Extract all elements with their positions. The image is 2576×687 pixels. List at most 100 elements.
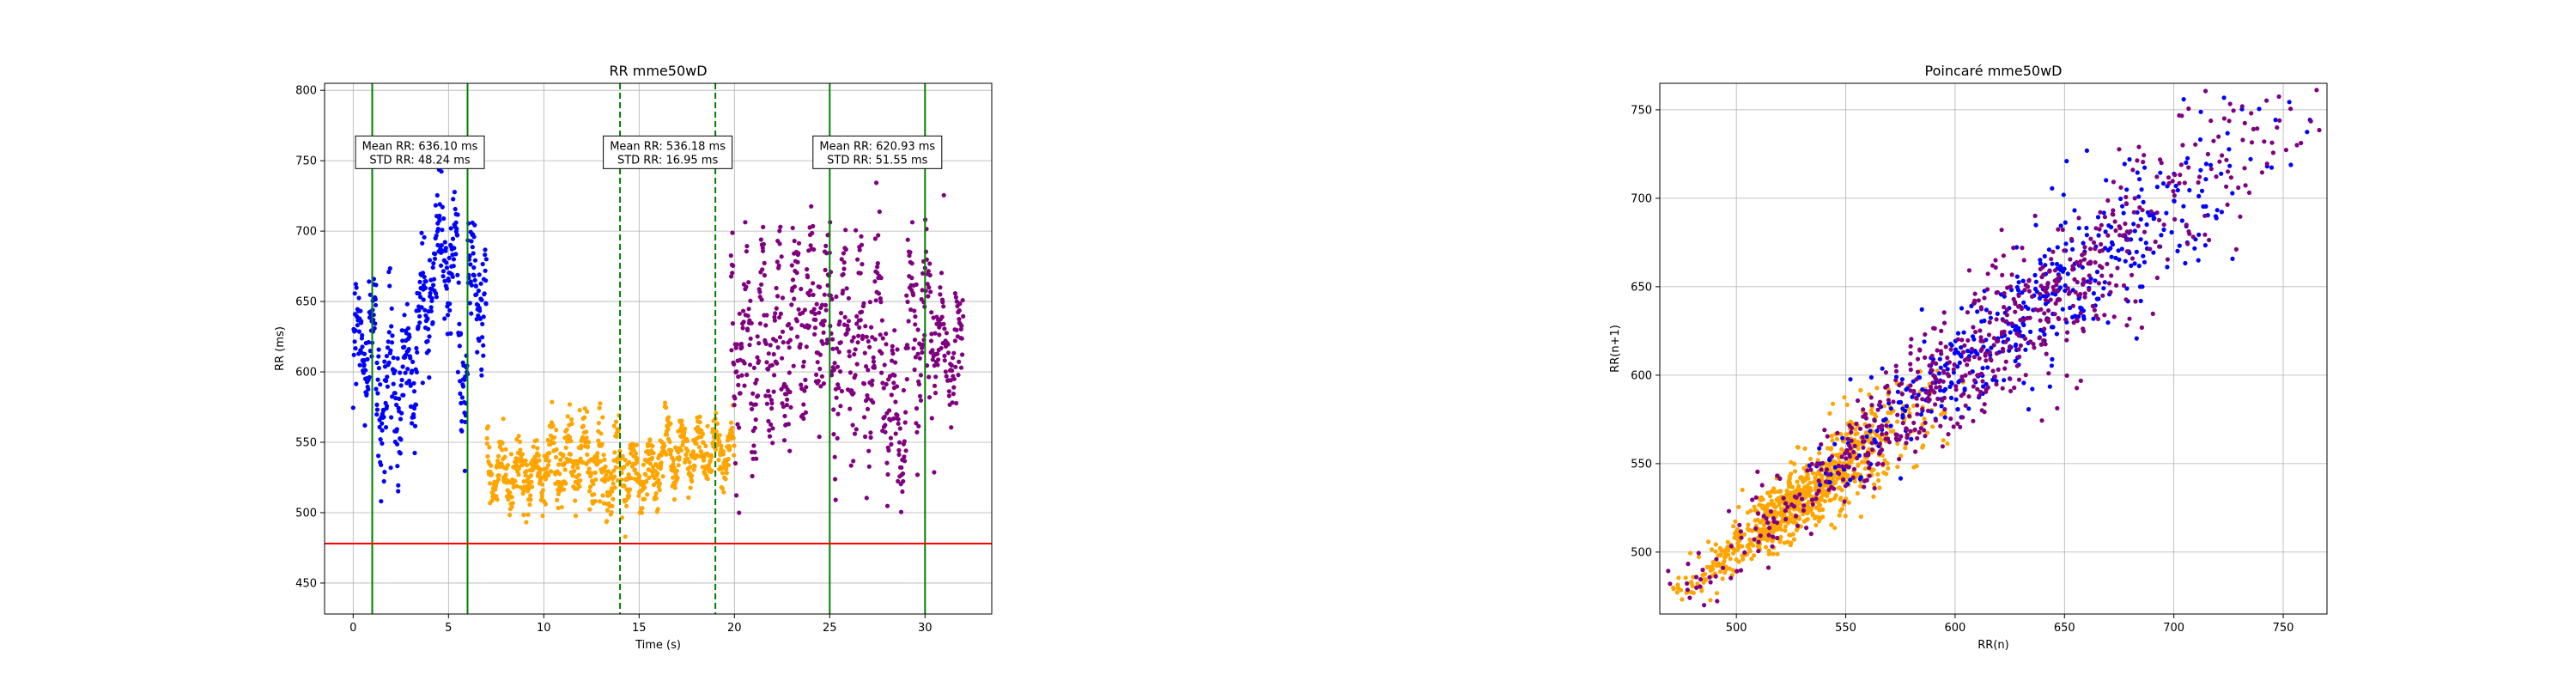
poincare-point bbox=[2116, 248, 2121, 253]
poincare-point bbox=[2269, 165, 2275, 170]
poincare-point bbox=[2021, 300, 2026, 305]
poincare-point bbox=[1869, 441, 1874, 446]
poincare-point bbox=[1832, 441, 1838, 447]
poincare-point bbox=[1783, 508, 1788, 514]
poincare-point bbox=[2211, 138, 2216, 143]
poincare-point bbox=[2184, 222, 2189, 228]
poincare-point bbox=[1918, 412, 1923, 417]
rr-point bbox=[620, 453, 625, 459]
poincare-point bbox=[1908, 383, 1913, 388]
rr-point bbox=[666, 415, 671, 420]
rr-point bbox=[866, 448, 872, 453]
rr-point bbox=[835, 411, 841, 416]
rr-point bbox=[365, 356, 370, 362]
poincare-point bbox=[1707, 575, 1712, 580]
poincare-point bbox=[1931, 373, 1936, 378]
rr-point bbox=[601, 453, 606, 458]
poincare-point bbox=[1719, 548, 1724, 553]
poincare-point bbox=[1877, 441, 1882, 447]
rr-point bbox=[394, 441, 400, 447]
poincare-point bbox=[1876, 402, 1882, 408]
poincare-point bbox=[1982, 402, 1987, 407]
poincare-point bbox=[2217, 159, 2222, 164]
rr-point bbox=[871, 355, 876, 360]
rr-point bbox=[709, 454, 714, 459]
rr-point bbox=[655, 471, 660, 476]
rr-point bbox=[451, 257, 457, 262]
rr-point bbox=[951, 392, 956, 397]
rr-point bbox=[873, 298, 878, 303]
poincare-point bbox=[2105, 320, 2111, 325]
poincare-point bbox=[2130, 167, 2136, 173]
poincare-point bbox=[1714, 591, 1720, 596]
rr-point bbox=[413, 402, 419, 407]
poincare-point bbox=[2063, 241, 2069, 246]
poincare-point bbox=[1732, 531, 1738, 537]
poincare-point bbox=[2081, 313, 2087, 319]
poincare-point bbox=[1862, 484, 1867, 489]
rr-point bbox=[547, 451, 552, 456]
poincare-point bbox=[2129, 256, 2136, 261]
rr-point bbox=[450, 274, 455, 279]
poincare-point bbox=[2014, 274, 2020, 279]
poincare-point bbox=[1792, 469, 1798, 474]
rr-point bbox=[777, 228, 782, 234]
rr-point bbox=[798, 342, 803, 347]
rr-point bbox=[398, 370, 403, 375]
rr-point bbox=[951, 376, 957, 381]
poincare-point bbox=[2081, 240, 2086, 246]
rr-point bbox=[400, 364, 405, 369]
rr-point bbox=[450, 236, 456, 241]
poincare-point bbox=[1955, 337, 1960, 342]
rr-point bbox=[801, 402, 806, 407]
poincare-point bbox=[1915, 435, 1920, 441]
rr-point bbox=[434, 192, 440, 198]
rr-point bbox=[801, 416, 806, 422]
poincare-point bbox=[1886, 465, 1891, 471]
rr-point bbox=[878, 300, 884, 305]
poincare-point bbox=[2017, 303, 2022, 308]
rr-point bbox=[683, 426, 688, 431]
poincare-point bbox=[2185, 155, 2190, 161]
poincare-point bbox=[1912, 427, 1917, 432]
rr-point bbox=[455, 369, 461, 374]
rr-point bbox=[592, 499, 598, 504]
rr-point bbox=[821, 381, 827, 386]
rr-point bbox=[361, 351, 368, 356]
rr-point bbox=[451, 197, 456, 202]
rr-point bbox=[411, 415, 416, 420]
rr-point bbox=[659, 460, 664, 465]
poincare-point bbox=[1962, 343, 1967, 348]
poincare-point bbox=[2065, 286, 2070, 291]
rr-point bbox=[577, 408, 582, 413]
poincare-point bbox=[1818, 508, 1823, 513]
rr-point bbox=[586, 466, 592, 471]
rr-point bbox=[813, 317, 818, 322]
poincare-point bbox=[2148, 246, 2153, 252]
poincare-point bbox=[2038, 291, 2043, 296]
poincare-point bbox=[2192, 246, 2197, 251]
poincare-point bbox=[2046, 247, 2051, 252]
rr-point bbox=[356, 295, 361, 301]
rr-point bbox=[788, 404, 793, 410]
poincare-point bbox=[2076, 226, 2081, 231]
poincare-point bbox=[2054, 331, 2059, 337]
rr-point bbox=[957, 308, 962, 313]
rr-point bbox=[766, 388, 771, 393]
poincare-point bbox=[1918, 426, 1923, 431]
rr-point bbox=[903, 448, 908, 453]
poincare-point bbox=[2231, 108, 2236, 113]
rr-point bbox=[440, 204, 445, 210]
rr-point bbox=[373, 296, 378, 302]
rr-point bbox=[396, 483, 401, 488]
poincare-point bbox=[2249, 140, 2255, 145]
poincare-point bbox=[2078, 311, 2083, 316]
rr-point bbox=[894, 384, 900, 389]
rr-point bbox=[823, 307, 829, 313]
rr-point bbox=[575, 465, 580, 471]
rr-point bbox=[518, 447, 523, 453]
rr-point bbox=[917, 356, 922, 361]
poincare-point bbox=[1874, 433, 1880, 438]
poincare-point bbox=[1787, 484, 1792, 489]
poincare-point bbox=[1895, 412, 1900, 417]
